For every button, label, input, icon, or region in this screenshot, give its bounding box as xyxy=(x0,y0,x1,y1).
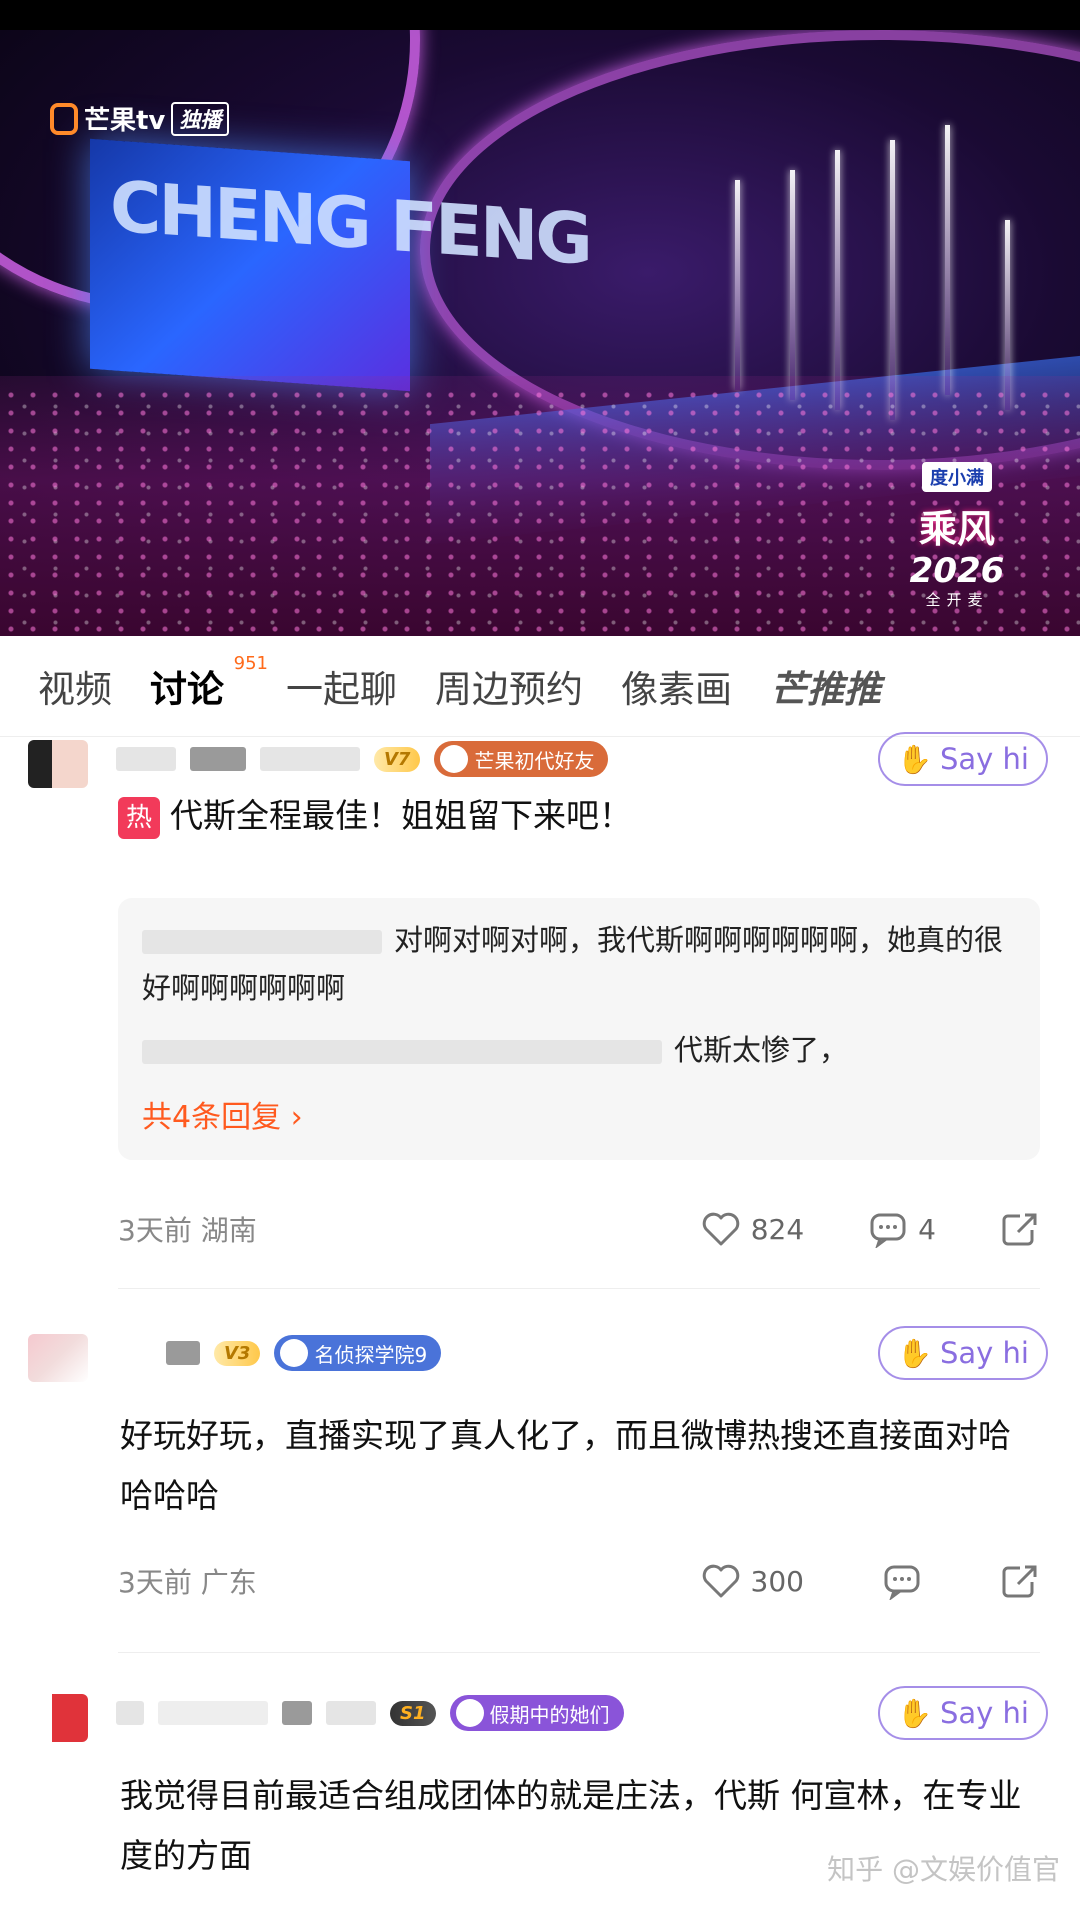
share-button[interactable] xyxy=(1000,1562,1040,1600)
wave-hand-icon: ✋ xyxy=(897,1336,932,1370)
share-icon xyxy=(1002,1213,1037,1246)
comment-actions: 300 xyxy=(701,1562,1040,1600)
heart-icon xyxy=(702,1564,739,1598)
say-hi-button[interactable]: ✋ Say hi xyxy=(878,1326,1048,1380)
user-level-badge: S1 xyxy=(390,1700,436,1726)
reply-count: 4 xyxy=(918,1212,936,1246)
light-beam xyxy=(835,150,840,410)
tab-merch-preorder[interactable]: 周边预约 xyxy=(435,659,583,713)
light-beam xyxy=(945,125,950,395)
user-level-badge: V3 xyxy=(214,1340,261,1366)
wave-hand-icon: ✋ xyxy=(897,742,932,776)
tab-video[interactable]: 视频 xyxy=(38,659,112,713)
like-button[interactable]: 300 xyxy=(701,1562,804,1600)
time-location: 3天前 广东 xyxy=(118,1566,257,1599)
username-redacted[interactable] xyxy=(326,1701,376,1725)
reply-button[interactable]: 4 xyxy=(868,1210,936,1248)
heart-icon xyxy=(702,1212,739,1246)
exclusive-tag: 独播 xyxy=(171,101,230,136)
username-redacted[interactable] xyxy=(166,1341,200,1365)
comment-text: 热代斯全程最佳！姐姐留下来吧！ xyxy=(118,786,1038,846)
wave-hand-icon: ✋ xyxy=(897,1696,932,1730)
username-redacted[interactable] xyxy=(116,1341,152,1365)
fan-badge[interactable]: 假期中的她们 xyxy=(449,1695,624,1731)
tab-discussion-label: 讨论 xyxy=(150,668,224,711)
say-hi-label: Say hi xyxy=(939,1336,1029,1370)
avatar[interactable] xyxy=(28,1694,88,1742)
username-redacted[interactable] xyxy=(190,747,246,771)
fan-badge[interactable]: 芒果初代好友 xyxy=(434,741,609,777)
username-redacted[interactable] xyxy=(260,747,360,771)
comment-actions: 824 4 xyxy=(701,1210,1040,1248)
like-button[interactable]: 824 xyxy=(701,1210,804,1248)
show-subtitle: 全开麦 xyxy=(925,591,989,609)
reply-text: 代斯太惨了， xyxy=(674,1033,849,1067)
reply-item: 对啊对啊对啊，我代斯啊啊啊啊啊啊，她真的很好啊啊啊啊啊啊 xyxy=(142,916,1016,1012)
video-player[interactable]: CHENG FENG 芒果tv 独播 度小满 乘风 2026 全开麦 xyxy=(0,30,1080,636)
like-count: 824 xyxy=(750,1212,805,1246)
reply-button[interactable] xyxy=(882,1562,922,1600)
divider xyxy=(118,1288,1040,1289)
reply-author-redacted xyxy=(142,1040,662,1064)
username-redacted[interactable] xyxy=(282,1701,312,1725)
share-button[interactable] xyxy=(1000,1210,1040,1248)
reply-item: 代斯太惨了， xyxy=(142,1026,1016,1074)
light-beam xyxy=(790,170,795,400)
view-all-replies-link[interactable]: 共4条回复 › xyxy=(142,1094,1016,1142)
tab-pixel-art[interactable]: 像素画 xyxy=(621,659,732,713)
divider xyxy=(118,1652,1040,1653)
status-bar xyxy=(0,0,1080,30)
show-title: 乘风 xyxy=(918,507,995,551)
tab-discussion[interactable]: 讨论 951 xyxy=(150,653,268,713)
say-hi-button[interactable]: ✋ Say hi xyxy=(878,1686,1048,1740)
username-redacted[interactable] xyxy=(116,747,176,771)
comment-item: V3 名侦探学院9 ✋ Say hi 好玩好玩，直播实现了真人化了，而且微博热搜… xyxy=(0,1326,1080,1660)
comment-item: V7 芒果初代好友 ✋ Say hi 热代斯全程最佳！姐姐留下来吧！ 对啊对啊对… xyxy=(0,732,1080,1296)
comment-meta: S1 假期中的她们 xyxy=(116,1690,624,1736)
platform-name: 芒果tv xyxy=(84,106,166,136)
badge-icon xyxy=(455,1699,484,1727)
avatar[interactable] xyxy=(28,1334,88,1382)
user-level-badge: V7 xyxy=(374,746,421,772)
show-year: 2026 xyxy=(909,551,1005,591)
say-hi-button[interactable]: ✋ Say hi xyxy=(878,732,1048,786)
comment-footer: 3天前 广东 300 xyxy=(118,1556,1040,1606)
reply-count-label: 共4条回复 xyxy=(142,1100,282,1135)
fan-badge-label: 假期中的她们 xyxy=(489,1702,610,1727)
sponsor-logo: 度小满 xyxy=(922,462,992,492)
comment-body: 代斯全程最佳！姐姐留下来吧！ xyxy=(170,796,632,835)
time-location: 3天前 湖南 xyxy=(118,1214,257,1247)
fan-badge-label: 芒果初代好友 xyxy=(474,748,595,773)
say-hi-label: Say hi xyxy=(939,1696,1029,1730)
platform-logo: 芒果tv 独播 xyxy=(50,100,230,137)
say-hi-label: Say hi xyxy=(939,742,1029,776)
fan-badge[interactable]: 名侦探学院9 xyxy=(274,1335,442,1371)
username-redacted[interactable] xyxy=(116,1701,144,1725)
comment-bubble-icon xyxy=(884,1565,920,1600)
fan-badge-label: 名侦探学院9 xyxy=(314,1342,428,1367)
share-icon xyxy=(1002,1565,1037,1598)
badge-icon xyxy=(280,1339,309,1367)
hot-tag: 热 xyxy=(118,796,160,839)
comment-text: 好玩好玩，直播实现了真人化了，而且微博热搜还直接面对哈哈哈哈 xyxy=(120,1416,1011,1515)
reply-author-redacted xyxy=(142,930,382,954)
comment-meta: V7 芒果初代好友 xyxy=(116,736,609,782)
avatar[interactable] xyxy=(28,740,88,788)
tab-bar: 视频 讨论 951 一起聊 周边预约 像素画 芒推推 xyxy=(0,636,1080,737)
comment-meta: V3 名侦探学院9 xyxy=(116,1330,442,1376)
show-brand: 度小满 乘风 2026 全开麦 xyxy=(882,462,1032,610)
comment-footer: 3天前 湖南 824 4 xyxy=(118,1204,1040,1254)
replies-preview[interactable]: 对啊对啊对啊，我代斯啊啊啊啊啊啊，她真的很好啊啊啊啊啊啊 代斯太惨了， 共4条回… xyxy=(118,898,1040,1160)
watermark: 知乎 @文娱价值官 xyxy=(827,1853,1060,1886)
comment-bubble-icon xyxy=(870,1213,906,1248)
tab-chat-together[interactable]: 一起聊 xyxy=(286,659,397,713)
badge-icon xyxy=(440,745,469,773)
light-beam xyxy=(735,180,740,390)
chevron-right-icon: › xyxy=(290,1100,303,1135)
like-count: 300 xyxy=(750,1564,804,1598)
mango-logo-icon xyxy=(50,102,78,135)
username-redacted[interactable] xyxy=(158,1701,268,1725)
tab-mango-recommend[interactable]: 芒推推 xyxy=(770,659,881,713)
discussion-count: 951 xyxy=(233,653,268,674)
